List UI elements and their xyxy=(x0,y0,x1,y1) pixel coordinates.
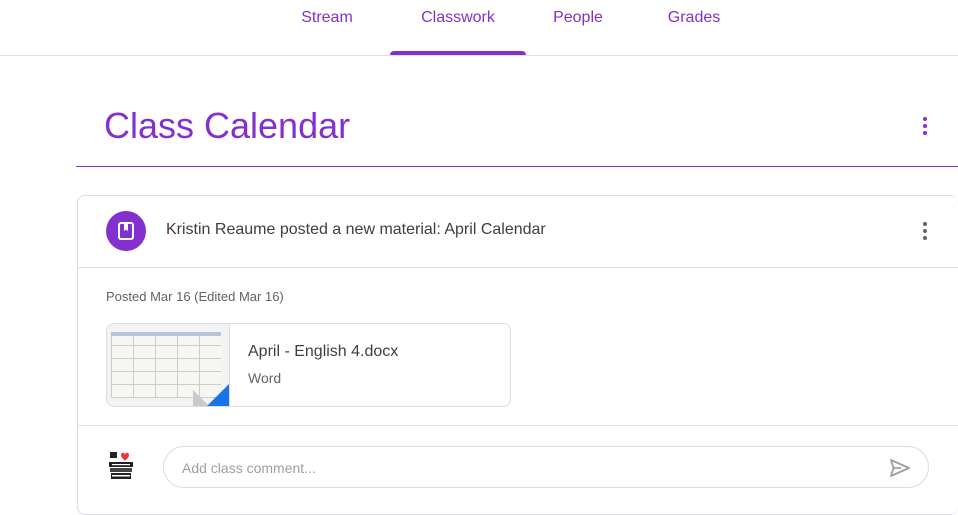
avatar xyxy=(106,451,136,481)
tab-stream[interactable]: Stream xyxy=(290,0,364,55)
tab-classwork-label: Classwork xyxy=(421,9,495,26)
tab-grades-label: Grades xyxy=(667,9,721,26)
top-nav: Stream Classwork People Grades xyxy=(0,0,958,56)
posted-date: Posted Mar 16 (Edited Mar 16) xyxy=(106,289,284,304)
comment-box xyxy=(163,446,929,488)
tab-people[interactable]: People xyxy=(546,0,610,55)
material-icon xyxy=(106,211,146,251)
tab-stream-label: Stream xyxy=(301,9,353,26)
card-header[interactable]: Kristin Reaume posted a new material: Ap… xyxy=(78,196,958,268)
topic-title: Class Calendar xyxy=(104,105,351,146)
word-doc-icon xyxy=(205,384,229,406)
material-card: Kristin Reaume posted a new material: Ap… xyxy=(77,195,958,515)
comment-input[interactable] xyxy=(182,458,862,478)
post-title: Kristin Reaume posted a new material: Ap… xyxy=(166,221,546,238)
attachment-card[interactable]: April - English 4.docx Word xyxy=(106,323,511,407)
tab-grades[interactable]: Grades xyxy=(654,0,734,55)
more-vert-icon[interactable] xyxy=(913,219,937,243)
tab-classwork[interactable]: Classwork xyxy=(390,0,526,55)
tab-people-label: People xyxy=(553,9,603,26)
comment-divider xyxy=(78,425,958,426)
active-tab-indicator xyxy=(390,51,526,55)
attachment-type: Word xyxy=(248,370,282,386)
topic-divider xyxy=(76,166,958,167)
topic-more-options-icon[interactable] xyxy=(913,114,937,138)
attachment-name: April - English 4.docx xyxy=(248,343,399,360)
send-icon[interactable] xyxy=(888,456,912,480)
attachment-thumbnail xyxy=(107,324,230,406)
